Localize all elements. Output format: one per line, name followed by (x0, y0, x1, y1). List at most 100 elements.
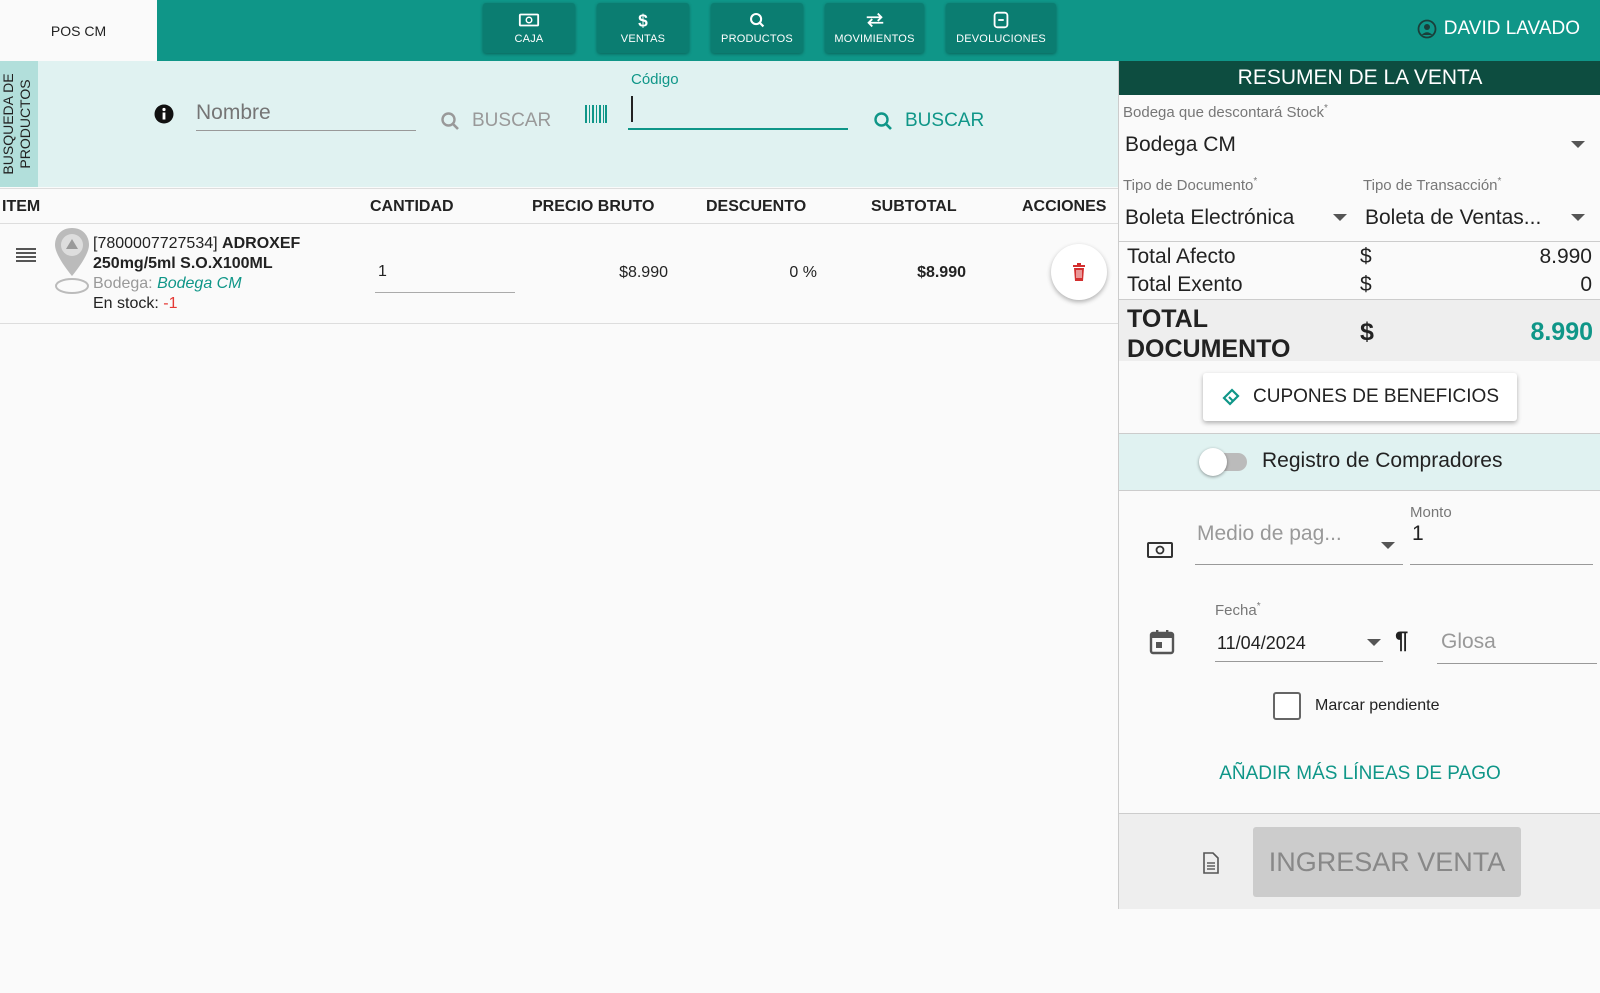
swap-icon (866, 12, 883, 28)
stock-value: -1 (163, 295, 178, 312)
user-name: DAVID LAVADO (1443, 18, 1580, 39)
total-documento-currency: $ (1360, 318, 1374, 346)
name-search-input[interactable] (196, 98, 416, 128)
nav-productos-button[interactable]: PRODUCTOS (711, 3, 803, 53)
tipo-transaccion-value[interactable]: Boleta de Ventas... (1365, 206, 1541, 230)
paragraph-icon: ¶ (1395, 627, 1409, 654)
total-exento-label: Total Exento (1127, 273, 1243, 296)
fecha-underline (1215, 661, 1383, 662)
user-menu[interactable]: DAVID LAVADO (1417, 0, 1580, 58)
code-input-caret[interactable] (631, 96, 633, 122)
table-row: [7800007727534] ADROXEF 250mg/5ml S.O.X1… (0, 224, 1118, 324)
top-navbar: POS CM CAJA $ VENTAS PRODUCTOS MOVIMIENT… (0, 0, 1600, 61)
gross-price: $8.990 (619, 264, 668, 281)
add-payment-lines-button[interactable]: AÑADIR MÁS LÍNEAS DE PAGO (1119, 763, 1600, 785)
fecha-dropdown-icon[interactable] (1367, 639, 1381, 646)
search-by-code-button[interactable]: BUSCAR (873, 110, 984, 132)
total-afecto-label: Total Afecto (1127, 245, 1236, 268)
total-afecto-value: 8.990 (1539, 245, 1592, 268)
submit-area: INGRESAR VENTA (1119, 813, 1600, 909)
pendiente-checkbox[interactable] (1273, 692, 1301, 720)
search-by-code-label: BUSCAR (905, 110, 985, 131)
nav-ventas-label: VENTAS (620, 33, 666, 45)
registro-compradores-row: Registro de Compradores (1119, 433, 1600, 491)
registro-toggle-knob[interactable] (1199, 448, 1227, 476)
tipo-documento-dropdown-icon[interactable] (1333, 214, 1347, 221)
search-icon (750, 13, 765, 28)
bodega-label: Bodega: (93, 275, 153, 292)
monto-input[interactable]: 1 (1412, 522, 1424, 546)
bodega-select-value[interactable]: Bodega CM (1125, 133, 1236, 157)
nav-caja-button[interactable]: CAJA (483, 3, 575, 53)
search-tab-label: BUSQUEDA DE PRODUCTOS (0, 73, 33, 175)
fecha-label: Fecha* (1215, 601, 1261, 619)
svg-text:$: $ (638, 11, 648, 29)
ingresar-venta-button[interactable]: INGRESAR VENTA (1253, 827, 1521, 897)
search-icon (441, 112, 459, 130)
product-name: [7800007727534] ADROXEF 250mg/5ml S.O.X1… (93, 234, 353, 274)
divider (1119, 241, 1600, 242)
fecha-input[interactable]: 11/04/2024 (1217, 633, 1306, 654)
col-descuento: DESCUENTO (706, 198, 807, 215)
col-precio-bruto: PRECIO BRUTO (532, 198, 655, 215)
monto-label: Monto (1410, 504, 1452, 521)
col-subtotal: SUBTOTAL (871, 198, 957, 215)
delete-item-button[interactable] (1051, 244, 1107, 300)
registro-label: Registro de Compradores (1262, 449, 1503, 472)
search-icon (874, 112, 892, 130)
discount-value[interactable]: 0 % (720, 264, 817, 282)
search-by-name-button[interactable]: BUSCAR (440, 110, 551, 132)
total-documento-value: 8.990 (1530, 318, 1593, 346)
col-acciones: ACCIONES (1022, 198, 1107, 215)
product-location-icon (55, 228, 89, 294)
total-documento-row: TOTAL DOCUMENTO $ 8.990 (1119, 299, 1600, 363)
quantity-input[interactable]: 1 (378, 263, 387, 281)
cash-icon (1147, 542, 1173, 558)
tipo-documento-value[interactable]: Boleta Electrónica (1125, 206, 1294, 230)
medio-pago-underline (1195, 564, 1403, 565)
cupones-button[interactable]: CUPONES DE BENEFICIOS (1203, 373, 1517, 421)
medio-pago-select[interactable]: Medio de pag... (1197, 522, 1342, 546)
cupones-label: CUPONES DE BENEFICIOS (1253, 386, 1499, 407)
quantity-underline (375, 292, 515, 293)
bodega-select-label: Bodega que descontará Stock* (1123, 103, 1328, 121)
total-exento-currency: $ (1360, 273, 1372, 296)
code-search-input[interactable] (628, 128, 848, 130)
sale-summary-panel: RESUMEN DE LA VENTA Bodega que descontar… (1118, 61, 1600, 909)
glosa-underline (1437, 663, 1597, 664)
medio-pago-dropdown-icon[interactable] (1381, 542, 1395, 549)
name-input-underline (196, 130, 416, 131)
product-stock: En stock: -1 (93, 295, 178, 313)
monto-underline (1410, 564, 1593, 565)
nav-ventas-button[interactable]: $ VENTAS (597, 3, 689, 53)
nav-productos-label: PRODUCTOS (721, 33, 793, 45)
bodega-value: Bodega CM (157, 275, 242, 292)
product-bodega: Bodega: Bodega CM (93, 275, 242, 293)
nav-devoluciones-label: DEVOLUCIONES (956, 33, 1046, 45)
bodega-dropdown-icon[interactable] (1571, 141, 1585, 148)
nav-devoluciones-button[interactable]: DEVOLUCIONES (946, 3, 1056, 53)
calendar-icon[interactable] (1149, 629, 1175, 655)
ticket-icon (1222, 388, 1240, 406)
tipo-transaccion-label: Tipo de Transacción* (1363, 176, 1502, 194)
total-afecto-currency: $ (1360, 245, 1372, 268)
barcode-icon (585, 105, 607, 123)
return-icon (993, 11, 1009, 29)
pendiente-label: Marcar pendiente (1315, 697, 1440, 714)
drag-handle-icon[interactable] (16, 247, 36, 263)
glosa-input[interactable]: Glosa (1441, 630, 1496, 654)
total-documento-label: TOTAL DOCUMENTO (1127, 305, 1291, 363)
summary-title: RESUMEN DE LA VENTA (1119, 61, 1600, 95)
app-title[interactable]: POS CM (0, 0, 157, 61)
code-field-label: Código (631, 71, 679, 88)
info-icon[interactable] (154, 104, 174, 124)
items-table-header: ITEM CANTIDAD PRECIO BRUTO DESCUENTO SUB… (0, 188, 1118, 224)
nav-movimientos-button[interactable]: MOVIMIENTOS (825, 3, 924, 53)
user-avatar-icon (1417, 19, 1437, 39)
col-cantidad: CANTIDAD (370, 198, 454, 215)
tipo-transaccion-dropdown-icon[interactable] (1571, 214, 1585, 221)
nav-movimientos-label: MOVIMIENTOS (834, 33, 915, 45)
document-icon (1203, 852, 1219, 874)
stock-label: En stock: (93, 295, 159, 312)
product-code: [7800007727534] (93, 235, 218, 252)
